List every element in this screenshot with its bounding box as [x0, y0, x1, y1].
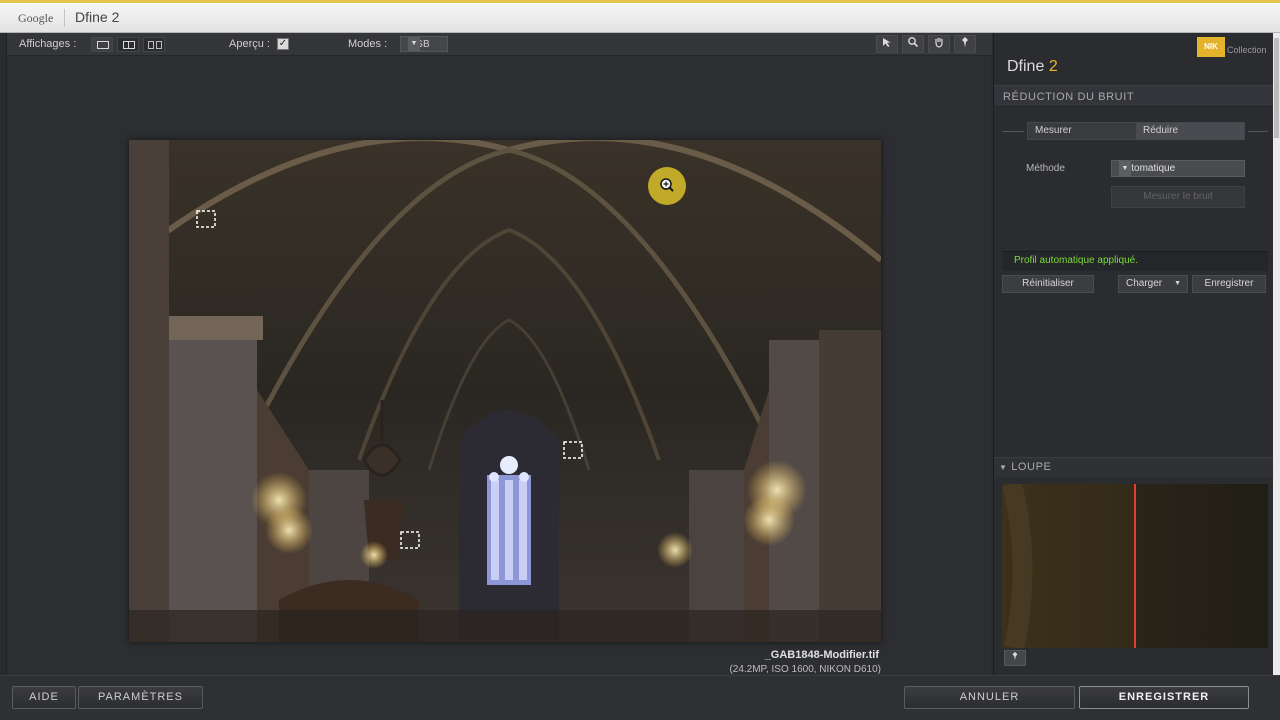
- window-title-bar: Google Dfine 2: [0, 0, 1280, 33]
- control-panel: NIK Collection Dfine 2 RÉDUCTION DU BRUI…: [993, 33, 1274, 675]
- zoom-icon: [908, 37, 919, 48]
- split-view-icon: [123, 41, 135, 49]
- loupe-pin-button[interactable]: [1004, 650, 1026, 666]
- app-title-name: Dfine: [1007, 58, 1045, 75]
- side-by-side-view-button[interactable]: [143, 37, 165, 52]
- mode-tabs: Mesurer Réduire: [1027, 122, 1245, 140]
- app-title-version: 2: [1048, 58, 1058, 75]
- chevron-down-icon: ▼: [1174, 280, 1181, 287]
- triangle-down-icon: ▼: [999, 463, 1008, 472]
- save-preset-button[interactable]: Enregistrer: [1192, 275, 1266, 293]
- loupe-section-header[interactable]: ▼ LOUPE: [994, 457, 1274, 477]
- file-info: (24.2MP, ISO 1600, NIKON D610): [729, 664, 881, 675]
- zoom-tool-button[interactable]: [902, 35, 924, 53]
- cancel-button[interactable]: ANNULER: [904, 686, 1075, 709]
- tab-measure[interactable]: Mesurer: [1028, 123, 1136, 139]
- nik-collection-label: Collection: [1227, 45, 1267, 55]
- cathedral-photo[interactable]: [129, 140, 881, 642]
- preview-checkbox[interactable]: ✓: [277, 38, 289, 50]
- pointer-icon: [883, 38, 891, 47]
- status-message: Profil automatique appliqué.: [1002, 251, 1268, 271]
- help-button[interactable]: AIDE: [12, 686, 76, 709]
- panel-scrollbar[interactable]: [1273, 33, 1280, 675]
- tab-divider-left: [1002, 131, 1024, 132]
- preview-label: Aperçu :: [229, 38, 270, 50]
- file-name: _GAB1848-Modifier.tif: [764, 649, 879, 661]
- method-label: Méthode: [1026, 163, 1065, 174]
- loupe-label: LOUPE: [1011, 461, 1052, 473]
- preview-area: Affichages : Aperçu : ✓ Modes : RGB ▼: [6, 33, 992, 675]
- single-view-button[interactable]: [91, 37, 113, 52]
- single-view-icon: [97, 41, 109, 49]
- app-title: Dfine 2: [1007, 58, 1058, 76]
- preview-toolbar: Affichages : Aperçu : ✓ Modes : RGB ▼: [7, 33, 992, 56]
- side-by-side-view-icon: [148, 41, 154, 49]
- modes-label: Modes :: [348, 38, 388, 50]
- chevron-down-icon: ▼: [1119, 161, 1131, 176]
- window-title: Dfine 2: [75, 9, 120, 25]
- save-button[interactable]: ENREGISTRER: [1079, 686, 1249, 709]
- bottom-bar: AIDE PARAMÈTRES ANNULER ENREGISTRER: [0, 675, 1280, 720]
- chevron-down-icon: ▼: [408, 37, 420, 51]
- split-view-button[interactable]: [117, 37, 139, 52]
- browser-brand: Google: [18, 11, 54, 25]
- pin-tool-button[interactable]: [954, 35, 976, 53]
- loupe-view[interactable]: [1002, 484, 1268, 648]
- pin-icon: [962, 37, 968, 47]
- stained-glass: [487, 456, 531, 585]
- load-button-label: Charger: [1126, 278, 1163, 289]
- load-button[interactable]: Charger ▼: [1118, 275, 1188, 293]
- reset-button[interactable]: Réinitialiser: [1002, 275, 1094, 293]
- method-select[interactable]: Automatique ▼: [1111, 160, 1245, 177]
- settings-button[interactable]: PARAMÈTRES: [78, 686, 203, 709]
- scrollbar-thumb[interactable]: [1274, 38, 1279, 138]
- noise-reduction-section-header[interactable]: RÉDUCTION DU BRUIT: [994, 85, 1274, 107]
- nik-logo: NIK: [1197, 37, 1225, 57]
- mode-select[interactable]: RGB ▼: [400, 36, 448, 52]
- loupe-image: [1002, 484, 1268, 648]
- hand-tool-button[interactable]: [928, 35, 950, 53]
- measure-noise-button[interactable]: Mesurer le bruit: [1111, 186, 1245, 208]
- tab-divider-right: [1248, 131, 1268, 132]
- views-label: Affichages :: [19, 38, 77, 50]
- loupe-split-line[interactable]: [1134, 484, 1136, 648]
- cathedral-interior-image: [129, 140, 881, 642]
- tab-reduce[interactable]: Réduire: [1136, 123, 1244, 139]
- pointer-tool-button[interactable]: [876, 35, 898, 53]
- side-by-side-view-icon-right: [156, 41, 162, 49]
- pin-icon: [1012, 651, 1018, 661]
- hand-icon: [935, 38, 943, 48]
- title-separator: [64, 9, 65, 27]
- dfine-app: Google Dfine 2 Affichages : Aperçu : ✓ M…: [0, 0, 1280, 720]
